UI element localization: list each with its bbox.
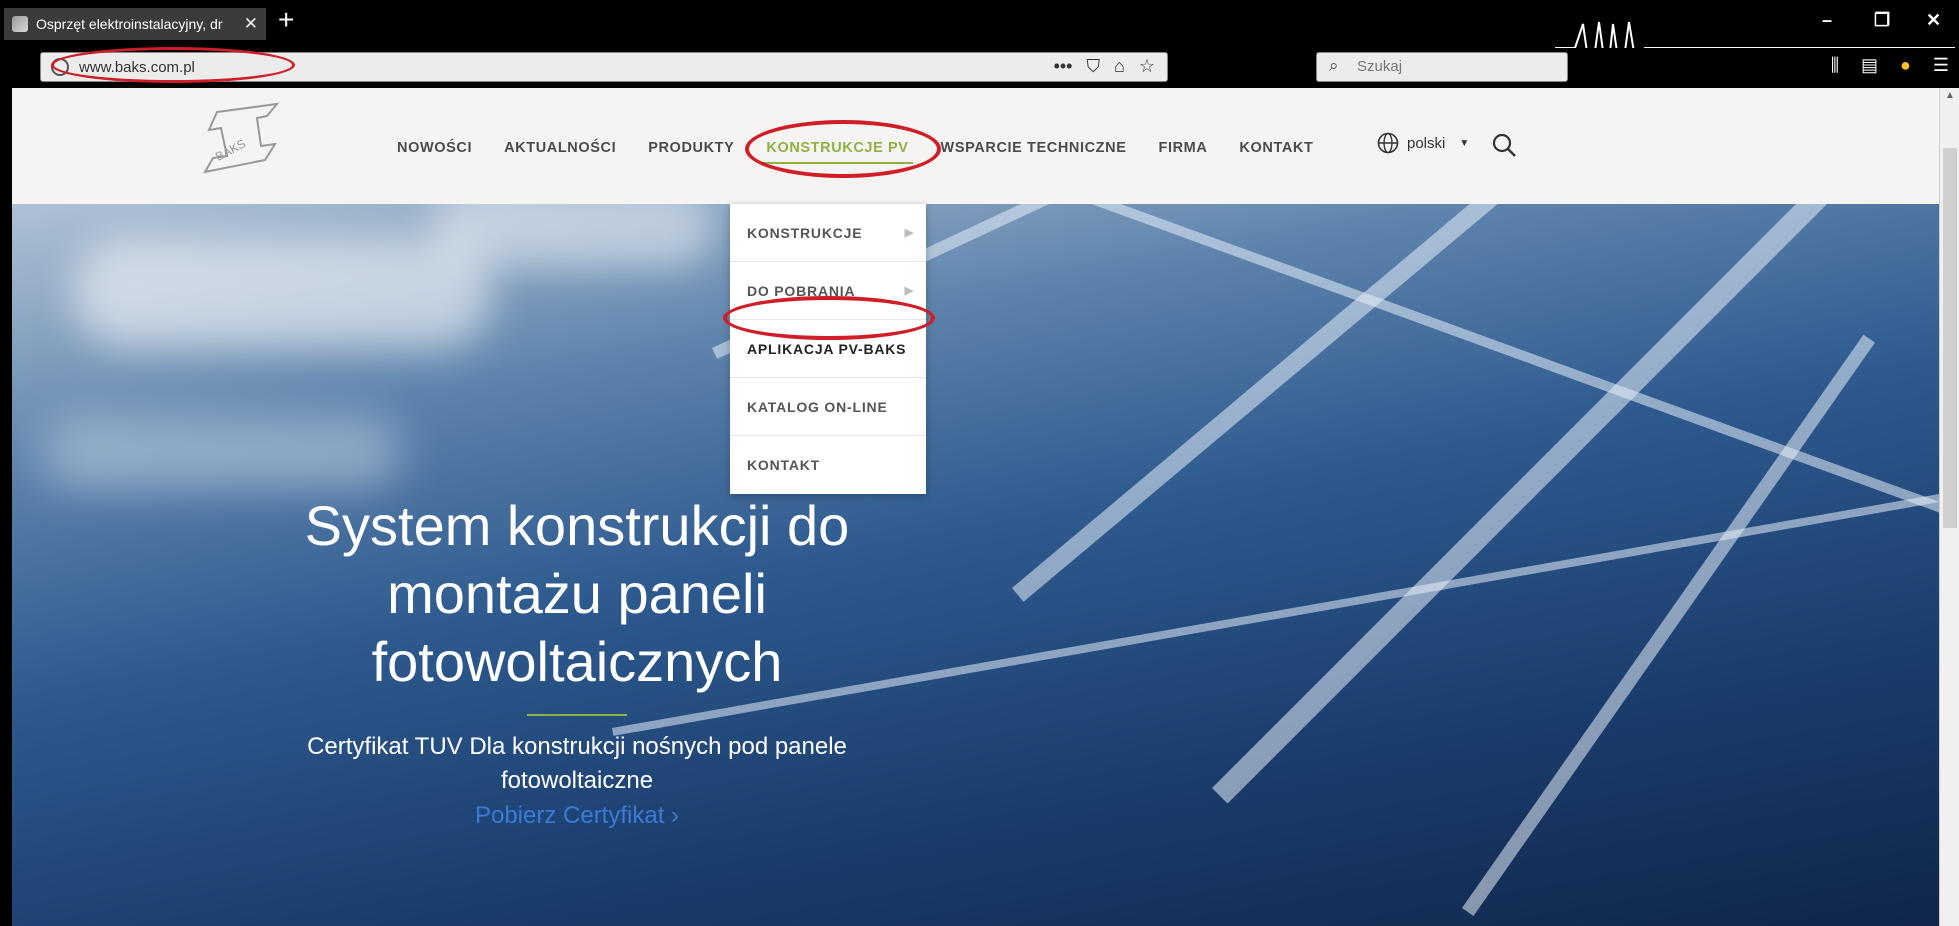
hero-heading-line2: montażu paneli: [387, 562, 767, 625]
baks-logo[interactable]: BAKS: [187, 102, 283, 182]
nav-kontakt[interactable]: KONTAKT: [1239, 140, 1313, 156]
address-bar[interactable]: www.baks.com.pl ••• ⛉ ⌂ ☆: [40, 47, 1168, 83]
dropdown-item-label: KONSTRUKCJE: [747, 224, 863, 241]
vertical-scrollbar[interactable]: ▲: [1939, 88, 1959, 926]
hero-heading: System konstrukcji do montażu paneli fot…: [12, 492, 1142, 696]
minimize-button[interactable]: –: [1822, 10, 1832, 31]
library-icon[interactable]: ⫼: [1831, 55, 1839, 76]
scrollbar-thumb[interactable]: [1943, 148, 1957, 528]
language-selector[interactable]: polski ▼: [1377, 132, 1469, 154]
nav-nowosci[interactable]: NOWOŚCI: [397, 140, 472, 156]
globe-icon: [1377, 132, 1399, 154]
dropdown-kontakt[interactable]: KONTAKT: [730, 436, 926, 494]
close-tab-icon[interactable]: ✕: [244, 14, 258, 34]
toolbar-icons: ⫼ ▤ ● ☰: [1831, 55, 1949, 76]
address-actions: ••• ⛉ ⌂ ☆: [1054, 56, 1155, 77]
bookmark-star-icon[interactable]: ☆: [1139, 56, 1155, 77]
web-page: BAKS NOWOŚCI AKTUALNOŚCI PRODUKTY KONSTR…: [12, 88, 1939, 926]
nav-aktualnosci[interactable]: AKTUALNOŚCI: [504, 140, 616, 156]
url-annotation-circle: [51, 47, 295, 83]
tab-title: Osprzęt elektroinstalacyjny, dr: [36, 16, 223, 32]
scroll-up-icon[interactable]: ▲: [1945, 90, 1955, 101]
browser-tab[interactable]: Osprzęt elektroinstalacyjny, dr ✕: [4, 8, 266, 40]
dropdown-item-label: KONTAKT: [747, 457, 820, 473]
logo-text: BAKS: [213, 136, 248, 163]
language-label: polski: [1407, 134, 1446, 152]
hero-heading-line3: fotowoltaicznych: [371, 630, 783, 693]
extension-icon[interactable]: ●: [1900, 55, 1911, 76]
chevron-right-icon: ▶: [904, 227, 914, 239]
nav-firma[interactable]: FIRMA: [1159, 140, 1208, 156]
hero-heading-line1: System konstrukcji do: [304, 494, 850, 557]
home-icon[interactable]: ⌂: [1114, 56, 1125, 77]
dropdown-konstrukcje[interactable]: KONSTRUKCJE ▶: [730, 204, 926, 262]
close-window-button[interactable]: ✕: [1926, 10, 1941, 31]
search-input[interactable]: ⌕ Szukaj: [1316, 52, 1568, 82]
pocket-icon[interactable]: ⛉: [1086, 56, 1100, 77]
restore-button[interactable]: ❐: [1874, 10, 1890, 31]
search-icon: ⌕: [1329, 56, 1339, 75]
konstrukcje-pv-annotation-circle: [745, 120, 941, 178]
heading-divider: [527, 714, 627, 716]
aplikacja-annotation-circle: [723, 296, 935, 340]
chevron-down-icon: ▼: [1459, 137, 1470, 149]
menu-icon[interactable]: ☰: [1933, 55, 1949, 76]
nav-toolbar: www.baks.com.pl ••• ⛉ ⌂ ☆ ⌕ Szukaj ⫼ ▤ ●…: [0, 47, 1959, 88]
chevron-right-icon: ▶: [904, 285, 914, 297]
dropdown-item-label: APLIKACJA PV-BAKS: [747, 340, 907, 357]
site-search-icon[interactable]: [1491, 132, 1517, 158]
hero-content: System konstrukcji do montażu paneli fot…: [12, 492, 1142, 830]
hero-subtext: Certyfikat TUV Dla konstrukcji nośnych p…: [307, 733, 847, 794]
nav-produkty[interactable]: PRODUKTY: [648, 140, 734, 156]
konstrukcje-pv-dropdown: KONSTRUKCJE ▶ DO POBRANIA ▶ APLIKACJA PV…: [730, 204, 926, 494]
nav-wsparcie-techniczne[interactable]: WSPARCIE TECHNICZNE: [941, 140, 1127, 156]
download-certificate-link[interactable]: Pobierz Certyfikat ›: [12, 802, 1142, 830]
new-tab-button[interactable]: +: [278, 6, 294, 34]
sidebar-icon[interactable]: ▤: [1861, 55, 1878, 76]
tab-bar: Osprzęt elektroinstalacyjny, dr ✕ + – ❐ …: [0, 0, 1959, 81]
dropdown-item-label: KATALOG ON-LINE: [747, 398, 888, 415]
favicon-icon: [12, 16, 28, 32]
search-placeholder: Szukaj: [1357, 58, 1403, 75]
more-actions-icon[interactable]: •••: [1054, 56, 1073, 77]
site-header: BAKS NOWOŚCI AKTUALNOŚCI PRODUKTY KONSTR…: [12, 88, 1939, 204]
dropdown-katalog-on-line[interactable]: KATALOG ON-LINE: [730, 378, 926, 436]
